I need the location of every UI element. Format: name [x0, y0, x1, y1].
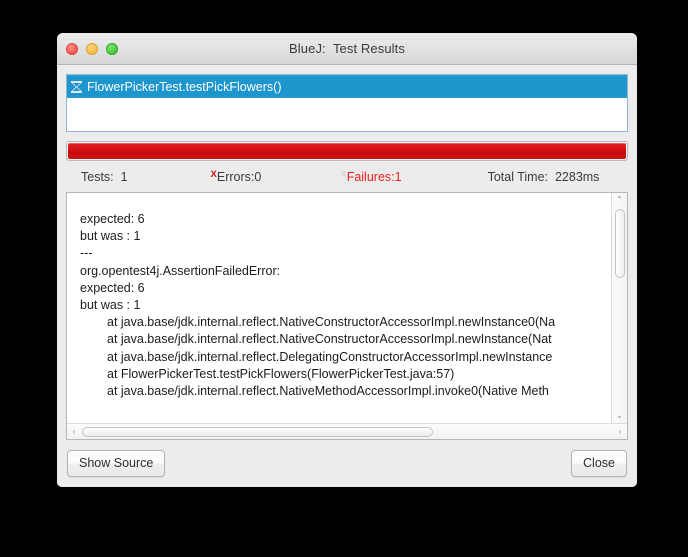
window-title: BlueJ: Test Results [289, 41, 405, 56]
hourglass-icon [71, 80, 82, 93]
stack-trace-line: but was : 1 [80, 298, 141, 313]
test-progress-bar [66, 141, 628, 161]
stack-trace-line: at java.base/jdk.internal.reflect.Native… [107, 315, 556, 330]
stack-trace-line: at java.base/jdk.internal.reflect.Delega… [107, 349, 553, 364]
minimize-window-button[interactable] [86, 42, 98, 55]
stack-trace-panel: expected: 6 but was : 1 --- org.opentest4j.… [66, 192, 628, 440]
stack-trace-horizontal-scrollbar[interactable]: ‹ › [67, 423, 627, 439]
maximize-window-button[interactable] [106, 42, 118, 55]
test-list[interactable]: FlowerPickerTest.testPickFlowers() [66, 74, 628, 132]
test-progress-fill [68, 143, 626, 159]
test-list-item[interactable]: FlowerPickerTest.testPickFlowers() [67, 75, 627, 98]
stack-trace-line: at java.base/jdk.internal.reflect.Native… [107, 384, 549, 399]
stack-trace-text[interactable]: expected: 6 but was : 1 --- org.opentest4j.… [67, 193, 611, 423]
failures-x-icon: X [340, 168, 347, 180]
close-window-button[interactable] [66, 42, 78, 55]
window-footer: Show Source Close [57, 440, 637, 487]
stack-trace-main: expected: 6 but was : 1 --- org.opentest4j.… [67, 193, 627, 423]
test-results-window: BlueJ: Test Results FlowerPickerTest.tes… [57, 33, 637, 487]
scroll-right-arrow-icon[interactable]: › [613, 424, 627, 440]
errors-x-icon: X [210, 168, 217, 180]
scroll-up-arrow-icon[interactable]: ⌃ [612, 193, 628, 207]
vertical-scroll-track[interactable] [612, 207, 628, 409]
stack-trace-line: org.opentest4j.AssertionFailedError: [80, 263, 281, 278]
scroll-left-arrow-icon[interactable]: ‹ [67, 424, 81, 440]
stack-trace-line: expected: 6 [80, 212, 145, 226]
stat-total-time: Total Time: 2283ms [487, 169, 600, 184]
stack-trace-line: --- [80, 246, 93, 261]
stat-tests: Tests: 1 [81, 169, 128, 184]
stack-trace-vertical-scrollbar[interactable]: ⌃ ⌄ [611, 193, 627, 423]
stat-failures: X Failures:1 [340, 168, 402, 184]
horizontal-scroll-track[interactable] [81, 424, 613, 440]
stack-trace-line: at java.base/jdk.internal.reflect.Native… [107, 332, 552, 347]
close-button[interactable]: Close [571, 450, 627, 477]
stat-failures-label: Failures:1 [346, 169, 402, 184]
stack-trace-line: at FlowerPickerTest.testPickFlowers(Flow… [107, 366, 455, 381]
stack-trace-line: expected: 6 [80, 280, 145, 295]
window-content: FlowerPickerTest.testPickFlowers() Tests… [57, 65, 637, 440]
window-titlebar[interactable]: BlueJ: Test Results [57, 33, 637, 65]
vertical-scroll-thumb[interactable] [614, 209, 625, 278]
horizontal-scroll-thumb[interactable] [82, 426, 434, 437]
scroll-down-arrow-icon[interactable]: ⌄ [612, 409, 628, 423]
stack-trace-line: but was : 1 [80, 229, 141, 244]
test-stats-row: Tests: 1 X Errors:0 X Failures:1 Total Tim… [66, 161, 628, 192]
test-list-item-label: FlowerPickerTest.testPickFlowers() [87, 79, 282, 94]
show-source-button[interactable]: Show Source [67, 450, 166, 477]
stat-errors-label: Errors:0 [216, 169, 262, 184]
stat-errors: X Errors:0 [210, 168, 262, 184]
window-controls [66, 33, 118, 64]
